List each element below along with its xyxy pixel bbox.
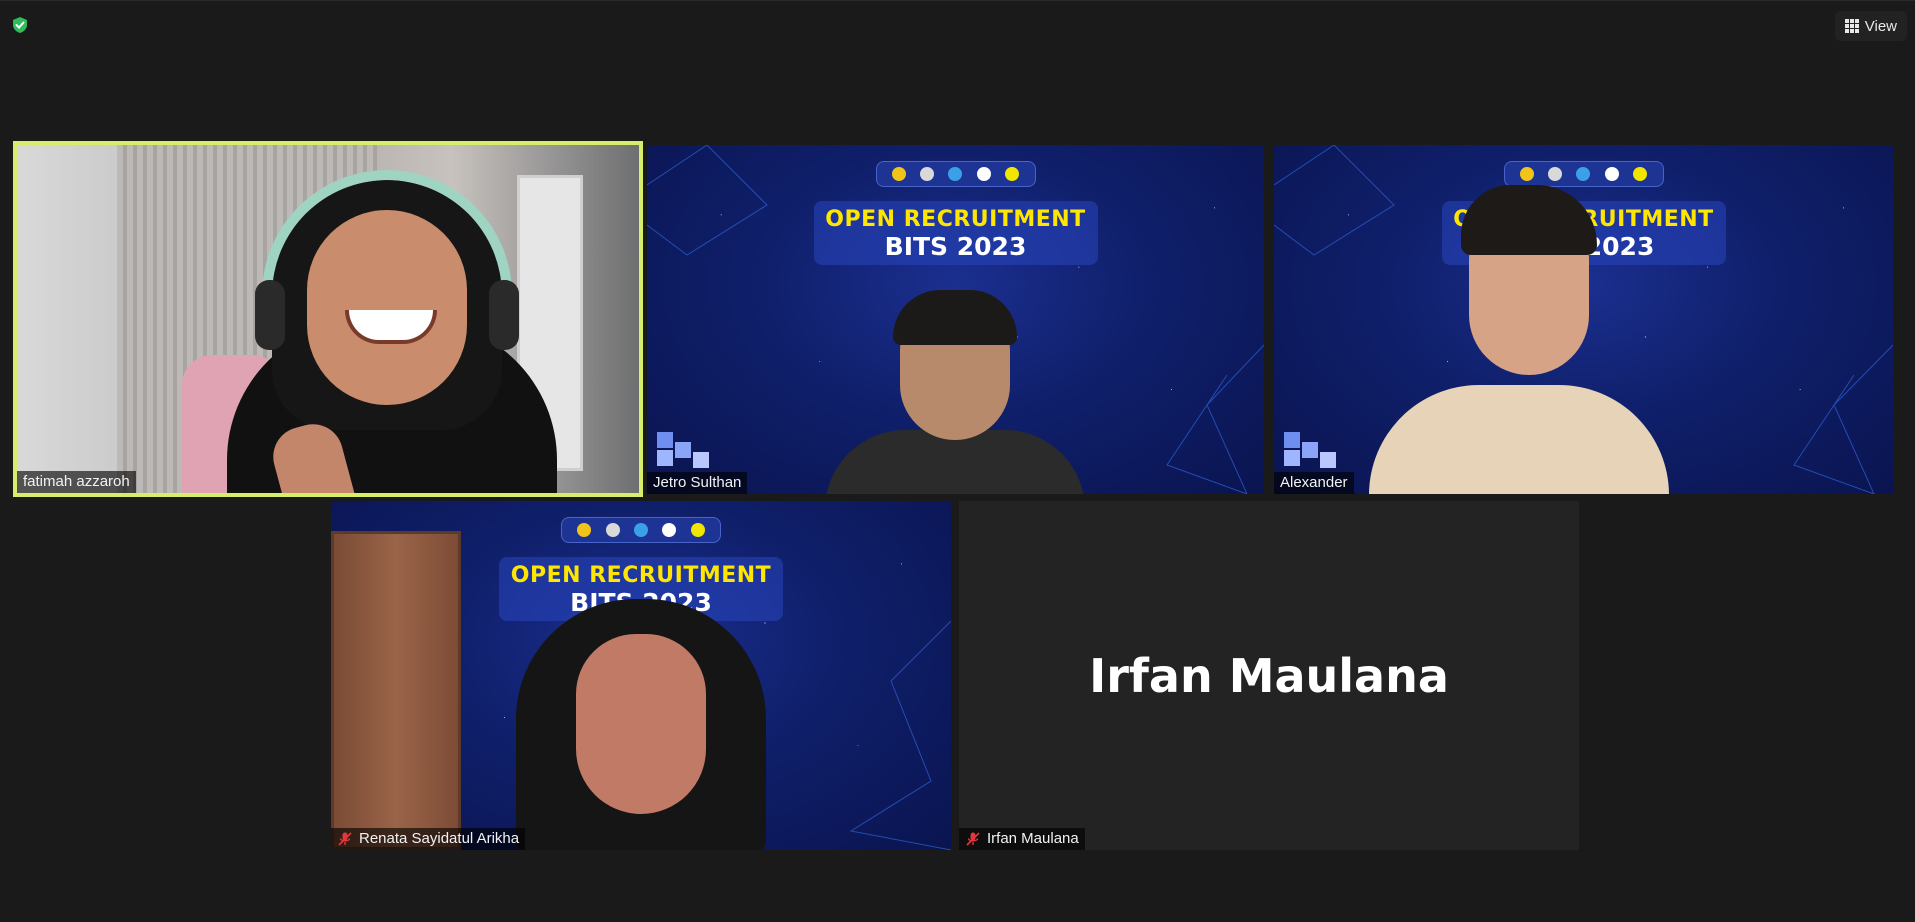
wooden-door (331, 531, 461, 850)
security-shield-icon[interactable] (6, 11, 34, 39)
name-tag: Renata Sayidatul Arikha (331, 828, 526, 850)
name-tag: Jetro Sulthan (647, 472, 748, 494)
participant-name: fatimah azzaroh (23, 473, 130, 490)
microphone-muted-icon (338, 832, 352, 846)
participant-name: Alexander (1280, 474, 1348, 491)
participant-video-fatimah (227, 170, 557, 493)
name-tag: Irfan Maulana (959, 828, 1085, 850)
view-button[interactable]: View (1834, 11, 1907, 41)
participant-name: Renata Sayidatul Arikha (359, 830, 520, 847)
video-tile-alexander[interactable]: OPEN RECRUITMENT BITS 2023 Alexander (1274, 145, 1893, 494)
sponsor-logos (561, 517, 721, 543)
video-tile-jetro[interactable]: OPEN RECRUITMENT BITS 2023 Jetro Sulthan (647, 145, 1264, 494)
view-label: View (1864, 17, 1897, 35)
participant-name: Jetro Sulthan (653, 474, 742, 491)
grid-icon (1844, 19, 1859, 33)
meeting-window: View fatimah azzaroh OPEN RECRUITMENT BI… (0, 0, 1915, 922)
participant-display-name: Irfan Maulana (1089, 648, 1449, 703)
participant-video-alexander (1369, 165, 1669, 494)
sponsor-logos (875, 161, 1036, 187)
cubes-graphic (1284, 432, 1336, 468)
video-tile-renata[interactable]: OPEN RECRUITMENT BITS 2023 Renata Sayida… (331, 501, 951, 850)
microphone-muted-icon (966, 832, 980, 846)
banner-line2: BITS 2023 (884, 232, 1027, 261)
cubes-graphic (657, 432, 709, 468)
participant-video-renata (516, 579, 766, 850)
video-tile-fatimah[interactable]: fatimah azzaroh (13, 141, 643, 497)
video-tile-irfan[interactable]: Irfan Maulana Irfan Maulana (959, 501, 1579, 850)
recruitment-banner: OPEN RECRUITMENT BITS 2023 (813, 201, 1098, 265)
name-tag: Alexander (1274, 472, 1354, 494)
participant-name: Irfan Maulana (987, 830, 1079, 847)
name-tag: fatimah azzaroh (17, 471, 136, 493)
participant-video-jetro (825, 290, 1085, 494)
banner-line1: OPEN RECRUITMENT (825, 207, 1086, 232)
